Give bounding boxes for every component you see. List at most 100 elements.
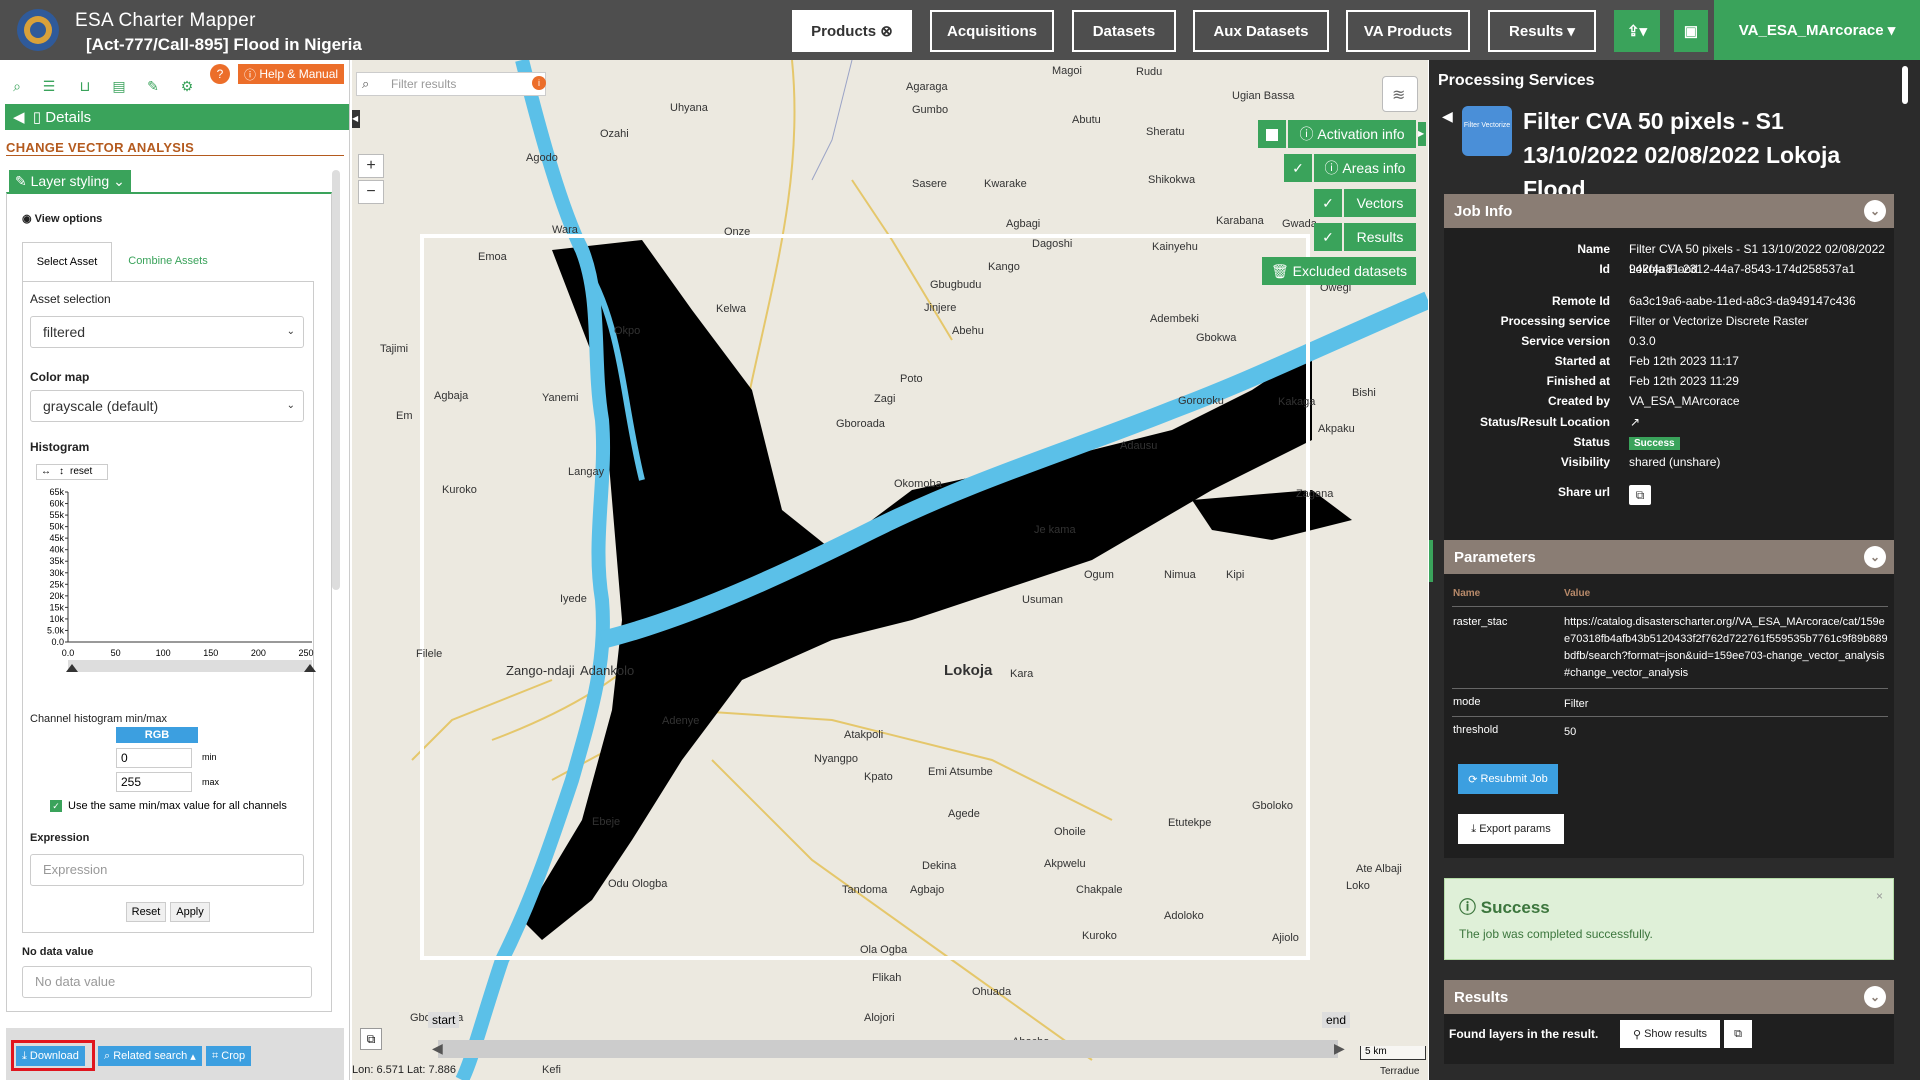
info-icon[interactable]: i (532, 76, 546, 90)
crop-button[interactable]: ⌗ Crop (206, 1046, 252, 1066)
related-search-button[interactable]: ⌕ Related search ▴ (98, 1046, 202, 1066)
results-checkbox[interactable]: ✓ (1314, 223, 1342, 251)
gear-icon[interactable]: ⚙ (176, 78, 198, 100)
timeline-handle-left[interactable]: ◀ (432, 1040, 443, 1057)
nav-aux-datasets[interactable]: Aux Datasets (1193, 10, 1329, 52)
areas-info-button[interactable]: ⓘ Areas info (1314, 154, 1416, 182)
histogram-x-tick: 50 (111, 648, 121, 658)
areas-info-checkbox[interactable]: ✓ (1284, 154, 1312, 182)
tab-select-asset[interactable]: Select Asset (22, 242, 112, 282)
resubmit-job-button[interactable]: ⟳ Resubmit Job (1458, 764, 1558, 794)
apply-button[interactable]: Apply (170, 902, 210, 922)
panel-resize-handle[interactable] (1429, 540, 1433, 582)
rgb-badge[interactable]: RGB (116, 727, 198, 743)
place-label: Filele (416, 648, 443, 660)
back-icon[interactable]: ◀ (1442, 108, 1453, 125)
zoom-in-button[interactable]: + (358, 154, 384, 178)
export-label: Export params (1479, 823, 1551, 835)
nav-products[interactable]: Products ⊗ (792, 10, 912, 52)
search-icon: ⌕ (362, 76, 370, 91)
basket-icon[interactable]: ⊔ (74, 78, 96, 100)
place-label: Tandoma (842, 884, 888, 896)
archive-icon[interactable]: ▤ (108, 78, 130, 100)
nodata-input[interactable]: No data value (22, 966, 312, 998)
histogram-chart[interactable]: 65k 60k55k 50k45k 40k35k 30k25k 20k15k 10k5.0k… (30, 462, 316, 702)
excluded-datasets-button[interactable]: 🗑 Excluded datasets (1262, 257, 1416, 285)
status-badge: Success (1629, 437, 1680, 450)
activation-info-checkbox[interactable] (1258, 120, 1286, 148)
place-label: Okpo (614, 325, 641, 337)
place-label: Jinjere (924, 302, 957, 314)
reset-button[interactable]: Reset (126, 902, 166, 922)
same-minmax-checkbox[interactable]: ✓ (50, 800, 62, 812)
param-header-name: Name (1453, 588, 1481, 599)
vectors-button[interactable]: Vectors (1344, 189, 1416, 217)
chevron-down-icon[interactable]: ⌄ (1864, 986, 1886, 1008)
nav-acquisitions[interactable]: Acquisitions (930, 10, 1054, 52)
collapse-right-icon[interactable]: ▶ (1418, 122, 1426, 146)
user-menu[interactable]: VA_ESA_MArcorace ▾ (1714, 0, 1920, 60)
histogram-y-tick: 60k (49, 499, 64, 509)
place-label: Zagi (874, 393, 896, 405)
histogram-x-tick: 200 (251, 648, 266, 658)
results-button[interactable]: Results (1344, 223, 1416, 251)
external-link-icon[interactable]: ↗ (1630, 415, 1640, 429)
show-results-button[interactable]: ⚲ Show results (1620, 1020, 1720, 1048)
map-canvas[interactable] (352, 60, 1428, 1080)
expression-input[interactable]: Expression (30, 854, 304, 886)
zoom-out-button[interactable]: − (358, 180, 384, 204)
right-scrollbar[interactable] (1902, 66, 1908, 104)
place-label: Adausu (1120, 440, 1158, 452)
chevron-down-icon[interactable]: ⌄ (1864, 546, 1886, 568)
nav-results[interactable]: Results ▾ (1488, 10, 1596, 52)
user-name: VA_ESA_MArcorace (1738, 21, 1884, 39)
place-label: Gororoku (1178, 395, 1224, 407)
job-info-header[interactable]: Job Info ⌄ (1444, 194, 1894, 228)
pencil-icon[interactable]: ✎ (142, 78, 164, 100)
scrollbar[interactable] (332, 170, 340, 590)
list-icon[interactable]: ☰ (38, 78, 60, 100)
copy-icon[interactable]: ⧉ (1724, 1020, 1752, 1048)
histogram-y-tick: 5.0k (47, 625, 65, 635)
details-header[interactable]: ◀ ▯ Details (5, 104, 349, 130)
nav-datasets[interactable]: Datasets (1072, 10, 1176, 52)
briefcase-button[interactable]: ▣ (1674, 10, 1708, 52)
search-icon[interactable]: ⌕ (6, 78, 28, 100)
layer-styling-tab[interactable]: ✎ Layer styling ⌄ (9, 170, 131, 192)
job-field-value[interactable]: shared (unshare) (1629, 452, 1891, 472)
search-icon: ⌕ (104, 1049, 114, 1062)
nav-va-products[interactable]: VA Products (1346, 10, 1470, 52)
upload-button[interactable]: ⇪▾ (1614, 10, 1660, 52)
expand-icon[interactable]: ⧉ (360, 1028, 382, 1050)
tab-combine-assets[interactable]: Combine Assets (118, 242, 218, 282)
success-message: The job was completed successfully. (1459, 927, 1653, 941)
timeline-handle-right[interactable]: ▶ (1334, 1040, 1345, 1057)
timeline-slider[interactable] (438, 1040, 1338, 1058)
view-options[interactable]: ◉ View options (22, 212, 102, 225)
filter-results-input[interactable]: Filter results (356, 72, 546, 96)
chevron-left-icon[interactable]: ◀ (13, 108, 33, 126)
close-icon[interactable]: × (1876, 889, 1883, 903)
asset-selection-select[interactable]: filtered ⌄ (30, 316, 304, 348)
copy-url-icon[interactable]: ⧉ (1629, 485, 1651, 505)
layers-button[interactable]: ≋ (1382, 76, 1418, 112)
vectors-checkbox[interactable]: ✓ (1314, 189, 1342, 217)
close-icon[interactable]: ⊗ (880, 22, 893, 40)
export-params-button[interactable]: ⤓ Export params (1458, 814, 1564, 844)
min-input[interactable]: 0 (116, 748, 192, 768)
activation-info-button[interactable]: ⓘ Activation info (1288, 120, 1416, 148)
color-map-select[interactable]: grayscale (default) ⌄ (30, 390, 304, 422)
parameters-header[interactable]: Parameters ⌄ (1444, 540, 1894, 574)
results-header[interactable]: Results ⌄ (1444, 980, 1894, 1014)
help-manual-button[interactable]: ⓘ Help & Manual (238, 64, 344, 84)
question-icon[interactable]: ? (210, 64, 230, 84)
map-view[interactable]: Magoi Rudu Agaraga Uhyana Gumbo Ugian Bassa Oz… (352, 60, 1428, 1080)
nav-datasets-label: Datasets (1092, 22, 1156, 40)
histogram-label: Histogram (30, 440, 90, 454)
histogram-range-slider[interactable] (68, 660, 312, 672)
max-input[interactable]: 255 (116, 772, 192, 792)
panel-title: Processing Services (1438, 72, 1595, 89)
color-map-label: Color map (30, 370, 90, 384)
chevron-down-icon[interactable]: ⌄ (1864, 200, 1886, 222)
collapse-left-icon[interactable]: ◀ (352, 110, 360, 128)
